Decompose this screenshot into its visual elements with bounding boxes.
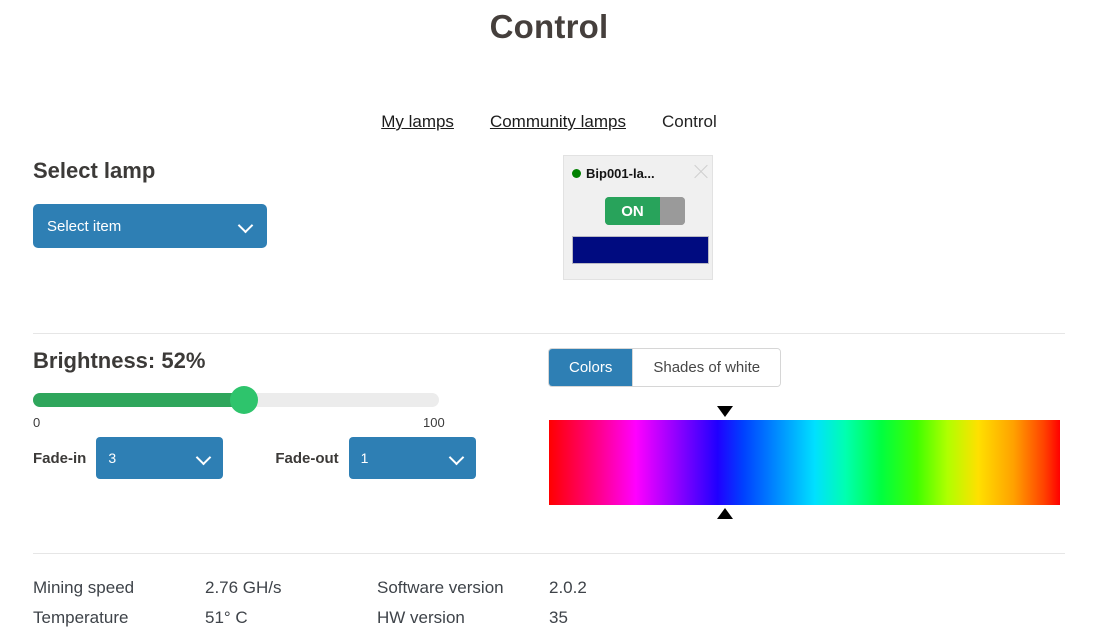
fade-out-label: Fade-out	[275, 449, 339, 467]
lamp-power-toggle-knob	[660, 197, 685, 225]
select-lamp-value: Select item	[47, 217, 122, 235]
fade-controls: Fade-in 3 Fade-out 1	[33, 437, 476, 479]
chevron-down-icon	[239, 219, 253, 233]
fade-in-value: 3	[108, 450, 117, 466]
select-lamp-dropdown[interactable]: Select item	[33, 204, 267, 248]
stat-value-software-version: 2.0.2	[549, 578, 587, 597]
spectrum-marker-top-icon[interactable]	[717, 406, 734, 417]
stat-value-mining-speed: 2.76 GH/s	[205, 578, 282, 597]
nav-link-control[interactable]: Control	[660, 112, 719, 132]
stat-label-mining-speed: Mining speed	[33, 578, 135, 597]
fade-out-dropdown[interactable]: 1	[348, 437, 476, 479]
brightness-slider[interactable]	[33, 386, 439, 414]
table-row: Temperature 51° C HW version 35	[33, 603, 1065, 633]
select-lamp-heading: Select lamp	[33, 158, 156, 183]
stat-label-software-version: Software version	[377, 578, 504, 597]
stats-table: Mining speed 2.76 GH/s Software version …	[33, 573, 1065, 633]
divider-bottom	[33, 553, 1065, 554]
table-row: Mining speed 2.76 GH/s Software version …	[33, 573, 1065, 603]
fade-in-label: Fade-in	[33, 449, 87, 467]
lamp-card-header: Bip001-la...	[572, 166, 706, 181]
fade-out-value: 1	[360, 450, 369, 466]
nav-link-my-lamps[interactable]: My lamps	[379, 112, 456, 132]
chevron-down-icon	[450, 451, 464, 465]
chevron-down-icon	[197, 451, 211, 465]
color-spectrum-bar[interactable]	[549, 420, 1060, 519]
color-mode-tabs: Colors Shades of white	[548, 348, 782, 387]
close-icon[interactable]	[692, 163, 710, 181]
tab-colors[interactable]: Colors	[549, 349, 633, 386]
stat-value-temperature: 51° C	[205, 608, 248, 627]
brightness-slider-thumb[interactable]	[230, 386, 259, 414]
lamp-color-swatch[interactable]	[572, 236, 709, 264]
status-dot-icon	[572, 169, 581, 178]
lamp-power-toggle-label: ON	[605, 197, 660, 225]
spectrum-marker-bottom-icon[interactable]	[717, 508, 734, 519]
nav-link-community-lamps[interactable]: Community lamps	[488, 112, 628, 132]
divider-top	[33, 333, 1065, 334]
brightness-min-label: 0	[33, 415, 41, 430]
brightness-slider-fill	[33, 393, 245, 407]
stat-label-temperature: Temperature	[33, 608, 129, 627]
stat-label-hw-version: HW version	[377, 608, 465, 627]
fade-in-dropdown[interactable]: 3	[96, 437, 224, 479]
brightness-max-label: 100	[423, 415, 445, 430]
color-spectrum-picker[interactable]	[549, 406, 1060, 519]
lamp-power-toggle[interactable]: ON	[605, 197, 685, 225]
lamp-card-name: Bip001-la...	[586, 166, 655, 181]
tab-shades-of-white[interactable]: Shades of white	[633, 349, 781, 386]
stat-value-hw-version: 35	[549, 608, 568, 627]
page-title: Control	[489, 8, 609, 45]
main-nav: My lamps Community lamps Control	[0, 112, 1098, 132]
lamp-card[interactable]: Bip001-la... ON	[563, 155, 713, 280]
control-page: Control My lamps Community lamps Control…	[0, 0, 1098, 643]
brightness-heading: Brightness: 52%	[33, 348, 206, 373]
